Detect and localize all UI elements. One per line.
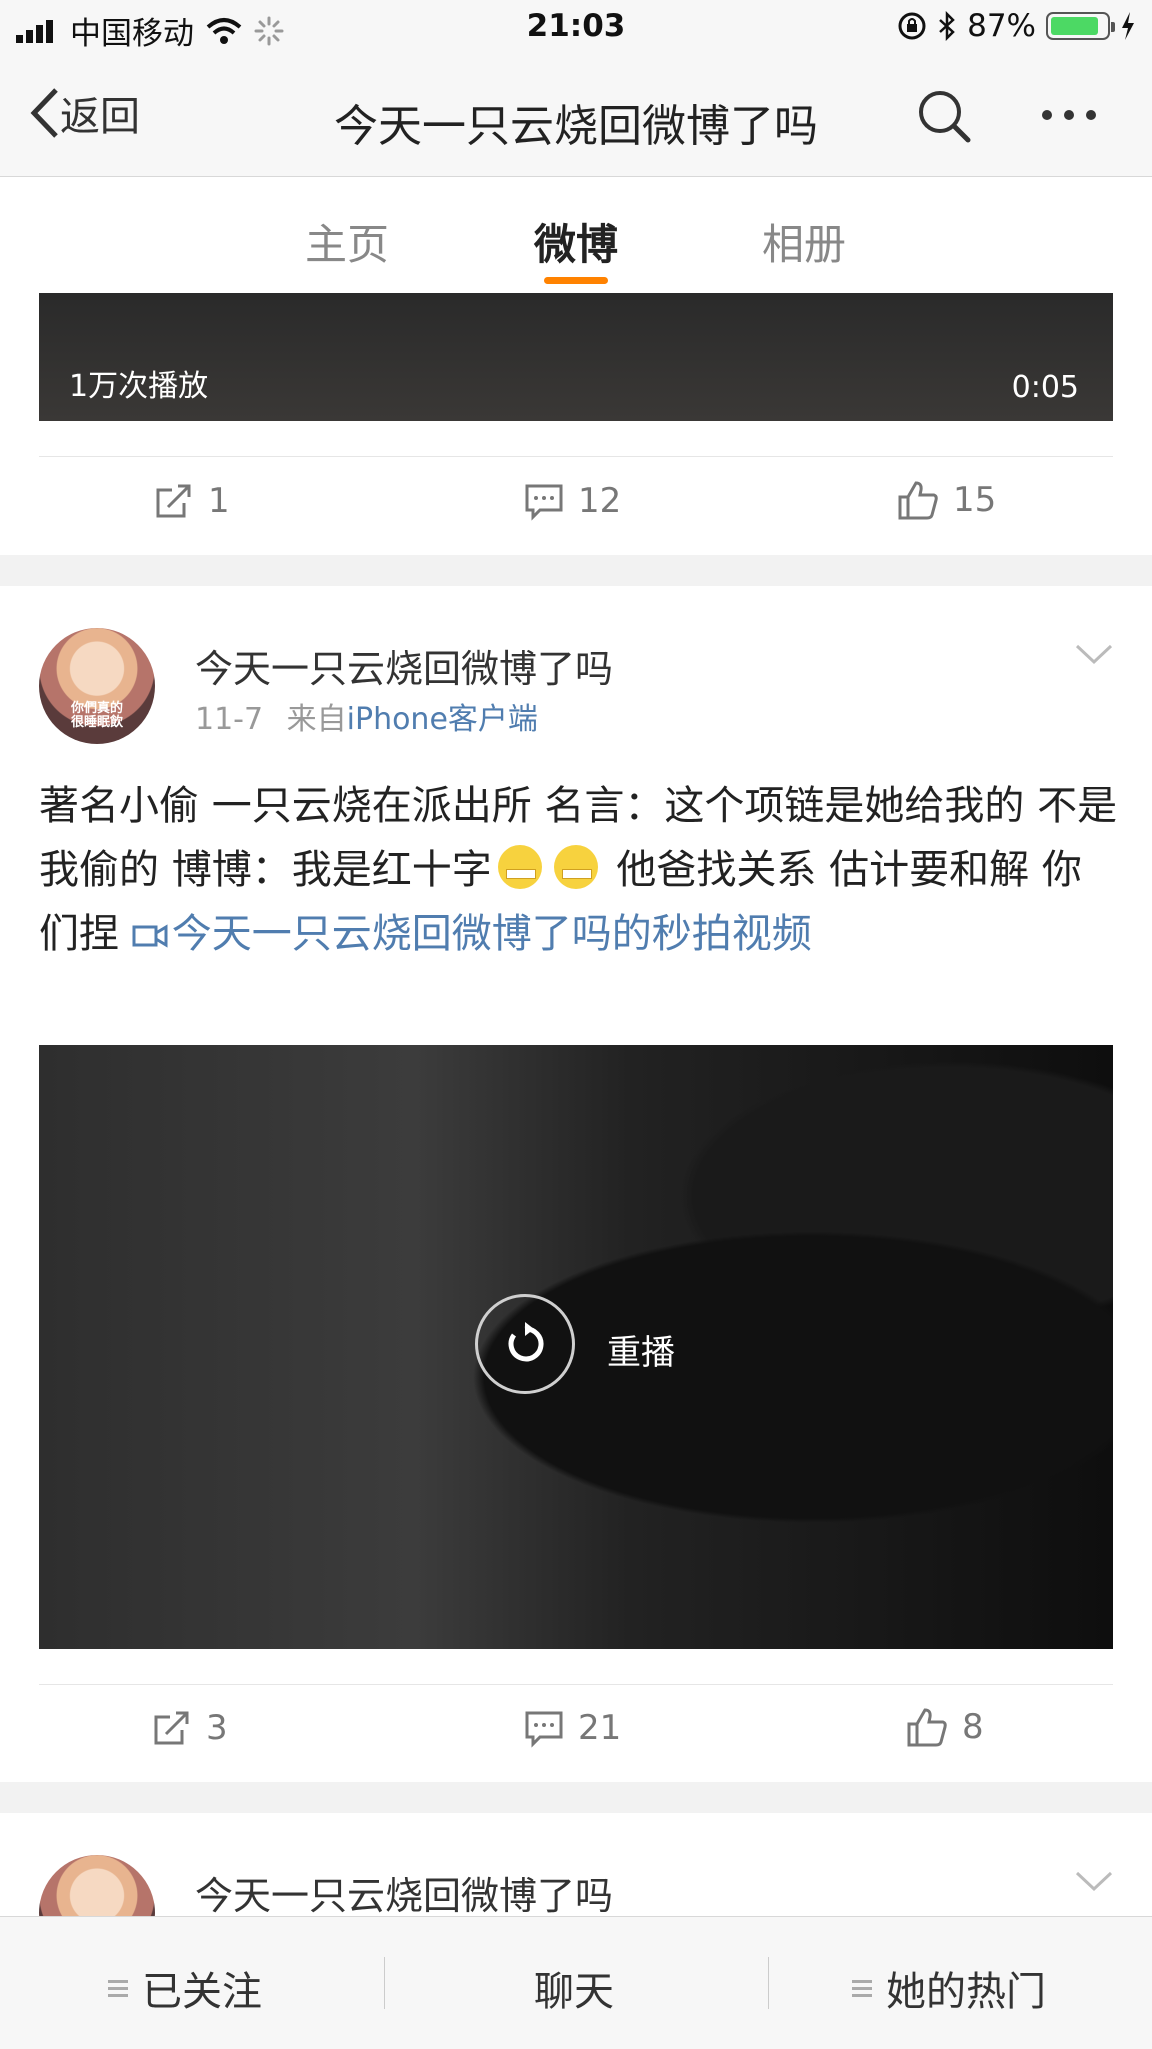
comment-count: 12 <box>578 481 622 521</box>
emoji-icon <box>553 845 598 889</box>
chevron-down-icon <box>1075 1871 1113 1892</box>
replay-label[interactable]: 重播 <box>607 1325 675 1374</box>
more-dot <box>1064 110 1074 120</box>
tab-album[interactable]: 相册 <box>714 211 894 272</box>
comment-button[interactable]: 21 <box>524 1708 621 1748</box>
charging-icon <box>1122 12 1134 40</box>
battery-fill <box>1051 17 1098 35</box>
her-hot-button[interactable]: 她的热门 <box>852 1959 1046 2017</box>
search-icon <box>919 91 971 143</box>
active-tab-indicator <box>544 277 608 284</box>
battery-percent: 87% <box>967 8 1036 44</box>
page-title: 今天一只云烧回微博了吗 <box>334 101 818 152</box>
chat-label: 聊天 <box>534 1969 614 2015</box>
chat-button[interactable]: 聊天 <box>534 1959 614 2017</box>
repost-button[interactable]: 1 <box>154 481 230 521</box>
video-duration: 0:05 <box>1011 370 1079 405</box>
like-button[interactable]: 8 <box>906 1706 984 1748</box>
bluetooth-icon <box>939 11 955 41</box>
avatar-caption: 你們真的 很睡眠飲 <box>70 701 123 730</box>
repost-count: 1 <box>208 481 230 521</box>
thumbs-up-icon <box>898 481 938 520</box>
comment-icon <box>525 1711 563 1748</box>
video-link[interactable]: 今天一只云烧回微博了吗的秒拍视频 <box>132 911 812 957</box>
search-button[interactable] <box>916 88 972 148</box>
status-bar: 中国移动 21:03 87% <box>0 0 1152 56</box>
video-player[interactable]: 重播 <box>39 1045 1113 1649</box>
hot-label: 她的热门 <box>886 1969 1046 2015</box>
tab-weibo[interactable]: 微博 <box>486 211 666 272</box>
separator <box>768 1957 769 2009</box>
menu-icon <box>852 1979 872 1997</box>
post-username[interactable]: 今天一只云烧回微博了吗 <box>195 638 613 693</box>
profile-tabs: 主页 微博 相册 <box>0 177 1152 294</box>
thumbs-up-icon <box>907 1708 947 1747</box>
comment-button[interactable]: 12 <box>524 481 621 521</box>
separator <box>384 1957 385 2009</box>
post-menu-button[interactable] <box>1074 642 1114 670</box>
video-player[interactable]: 1万次播放 0:05 <box>39 293 1113 421</box>
replay-icon <box>508 1322 544 1362</box>
emoji-icon <box>497 845 542 889</box>
replay-button[interactable] <box>475 1294 575 1394</box>
bottom-action-bar: 已关注 聊天 她的热门 <box>0 1916 1152 2049</box>
rotation-lock-icon <box>898 12 926 40</box>
video-link-label: 今天一只云烧回微博了吗的秒拍视频 <box>171 911 812 957</box>
play-count: 1万次播放 <box>69 369 209 404</box>
repost-icon <box>154 1711 189 1745</box>
repost-icon <box>156 484 191 518</box>
comment-icon <box>525 484 563 521</box>
repost-button[interactable]: 3 <box>152 1708 228 1748</box>
divider <box>39 456 1113 457</box>
nav-bar: 返回 今天一只云烧回微博了吗 <box>0 56 1152 177</box>
comment-count: 21 <box>578 1708 622 1748</box>
post-date: 11-7 <box>195 702 264 737</box>
post-card: 1万次播放 0:05 1 12 15 <box>0 293 1152 555</box>
repost-count: 3 <box>206 1708 228 1748</box>
divider <box>39 1684 1113 1685</box>
post-text: 著名小偷 一只云烧在派出所 名言：这个项链是她给我的 不是我偷的 博博：我是红十… <box>39 774 1119 966</box>
post-card: 你們真的 很睡眠飲 今天一只云烧回微博了吗 11-7 来自iPhone客户端 著… <box>0 586 1152 1782</box>
post-source[interactable]: iPhone客户端 <box>347 702 538 737</box>
avatar[interactable]: 你們真的 很睡眠飲 <box>39 628 155 744</box>
battery-icon <box>1046 12 1115 40</box>
tab-home[interactable]: 主页 <box>257 211 437 272</box>
more-dot <box>1042 110 1052 120</box>
video-camera-icon <box>132 924 168 948</box>
status-right: 87% <box>897 8 1136 44</box>
like-count: 8 <box>962 1707 984 1747</box>
following-label: 已关注 <box>142 1969 262 2015</box>
more-button[interactable] <box>1042 110 1096 120</box>
post-meta: 11-7 来自iPhone客户端 <box>195 694 538 738</box>
following-button[interactable]: 已关注 <box>108 1959 262 2017</box>
chevron-down-icon <box>1075 644 1113 665</box>
more-dot <box>1086 110 1096 120</box>
post-source-prefix: 来自 <box>286 702 347 737</box>
post-username[interactable]: 今天一只云烧回微博了吗 <box>195 1865 613 1920</box>
menu-icon <box>108 1979 128 1997</box>
like-count: 15 <box>953 480 997 520</box>
post-menu-button[interactable] <box>1074 1869 1114 1897</box>
like-button[interactable]: 15 <box>897 479 996 521</box>
